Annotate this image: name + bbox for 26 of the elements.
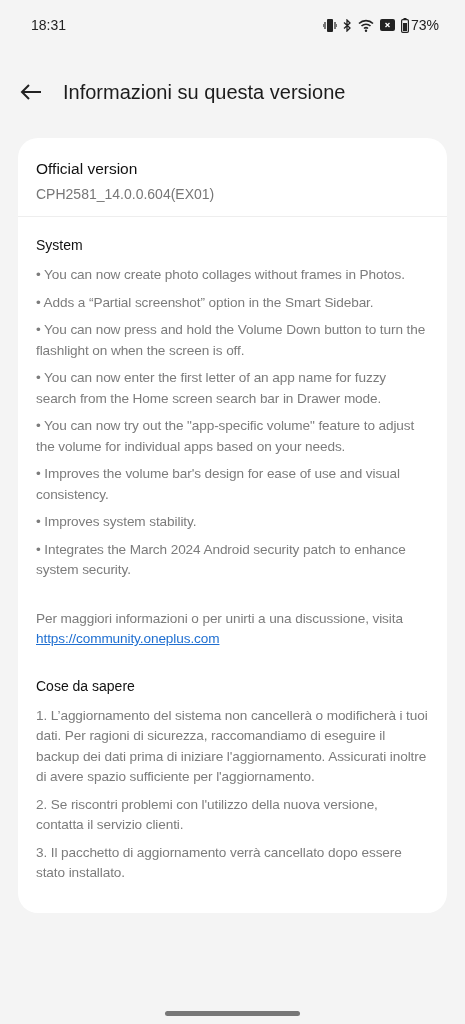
release-note: • Adds a “Partial screenshot” option in the Smart Sidebar. bbox=[36, 293, 375, 312]
release-note: • Improves system stability. bbox=[36, 513, 198, 531]
note-text: 3. Il pacchetto di aggiornamento verrà cancellato dopo essere stato installato. bbox=[36, 843, 403, 882]
version-number: CPH2581_14.0.0.604(EX01) bbox=[36, 186, 216, 202]
wifi-icon bbox=[357, 18, 374, 32]
vibrate-icon bbox=[322, 18, 337, 32]
sim-icon bbox=[379, 19, 395, 31]
release-note: • You can now enter the first letter of an app name for fuzzy search from the Home screen search bar in Drawer mode. bbox=[36, 369, 388, 408]
clock: 18:31 bbox=[31, 17, 67, 33]
section-heading: System bbox=[36, 237, 84, 253]
more-info-text: Per maggiori informazioni o per unirti a una discussione, visita https://community.oneplus.com bbox=[36, 609, 404, 648]
version-label: Official version bbox=[36, 160, 139, 178]
release-note: • Integrates the March 2024 Android security patch to enhance system security. bbox=[36, 540, 407, 579]
release-note: • You can now press and hold the Volume Down button to turn the flashlight on when the screen is off. bbox=[36, 321, 427, 360]
back-arrow-icon[interactable] bbox=[20, 84, 42, 100]
release-note: • Improves the volume bar's design for ease of use and visual consistency. bbox=[36, 465, 401, 504]
note-text: 2. Se riscontri problemi con l'utilizzo della nuova versione, contatta il servizio clienti. bbox=[36, 795, 379, 834]
community-link[interactable]: https://community.oneplus.com bbox=[36, 631, 220, 646]
release-note: • You can now try out the "app-specific volume" feature to adjust the volume for individual apps based on your needs. bbox=[36, 417, 416, 456]
release-note: • You can now create photo collages without frames in Photos. bbox=[36, 266, 406, 284]
bluetooth-icon bbox=[342, 18, 352, 32]
page-title: Informazioni su questa versione bbox=[63, 80, 346, 104]
battery-icon bbox=[400, 17, 409, 33]
section-heading: Cose da sapere bbox=[36, 677, 136, 694]
note-text: 1. L’aggiornamento del sistema non cancellerà o modificherà i tuoi dati. Per ragioni di sicurezza, raccomandiamo di eseguire il backup dei dati prima di iniziare l'aggiornamento. Assicurati inoltre di avere spazio sufficiente per l'aggiornamento. bbox=[36, 706, 429, 786]
battery-percentage: 73% bbox=[410, 17, 439, 33]
